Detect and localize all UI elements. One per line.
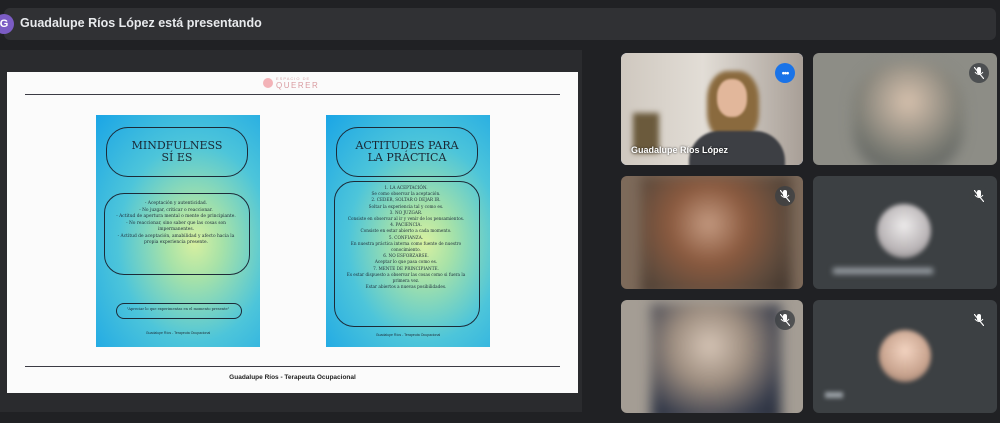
card-mindfulness-body: - Aceptación y autenticidad. - No juzgar…: [116, 201, 236, 245]
card-mindfulness-footer: Guadalupe Ríos - Terapeuta Ocupacional: [145, 331, 211, 335]
card-mindfulness-quote: "Apreciar lo que experimentas en el mome…: [126, 307, 230, 311]
participant-tile-4[interactable]: [813, 176, 997, 289]
presentation-slide: ESPACIO DE QUERER MINDFULNESS SÍ ES - Ac…: [7, 72, 578, 393]
participant-tile-presenter[interactable]: ••• Guadalupe Ríos López: [621, 53, 803, 165]
mic-off-icon: [969, 310, 989, 330]
slide-top-divider: [25, 94, 560, 95]
mic-off-icon: [969, 63, 989, 83]
participant-5-video: [651, 304, 781, 413]
participant-6-avatar: [879, 330, 931, 382]
mic-off-icon: [969, 186, 989, 206]
presenter-face: [717, 79, 747, 117]
participant-6-name-blurred: [825, 392, 843, 398]
mic-off-icon: [775, 186, 795, 206]
participant-4-name-blurred: [833, 268, 933, 274]
card-mindfulness: MINDFULNESS SÍ ES - Aceptación y autenti…: [96, 115, 260, 347]
presenter-avatar-icon: G: [0, 14, 14, 34]
participant-3-video: [641, 176, 791, 289]
participant-tile-2[interactable]: [813, 53, 997, 165]
card-actitudes-body: 1. LA ACEPTACIÓN. Se como observar la ac…: [346, 185, 466, 290]
slide-caption: Guadalupe Ríos - Terapeuta Ocupacional: [229, 374, 356, 381]
more-options-icon[interactable]: •••: [775, 63, 795, 83]
participant-2-video: [853, 63, 963, 165]
logo-name: QUERER: [276, 81, 320, 90]
logo-mark-icon: [263, 78, 273, 88]
participant-tile-5[interactable]: [621, 300, 803, 413]
participant-4-avatar: [877, 204, 931, 258]
slide-bottom-divider: [25, 366, 560, 367]
card-actitudes-footer: Guadalupe Ríos - Terapeuta Ocupacional: [375, 333, 441, 337]
card-actitudes: ACTITUDES PARA LA PRÁCTICA 1. LA ACEPTAC…: [326, 115, 490, 347]
participant-name: Guadalupe Ríos López: [631, 145, 729, 155]
card-mindfulness-heading: MINDFULNESS SÍ ES: [106, 127, 248, 177]
slide-logo: ESPACIO DE QUERER: [263, 76, 333, 90]
card-actitudes-heading: ACTITUDES PARA LA PRÁCTICA: [336, 127, 478, 177]
presentation-title: Guadalupe Ríos López está presentando: [20, 16, 262, 30]
presentation-banner: G Guadalupe Ríos López está presentando: [0, 8, 996, 40]
mic-off-icon: [775, 310, 795, 330]
participant-tile-6[interactable]: [813, 300, 997, 413]
participant-tile-3[interactable]: [621, 176, 803, 289]
